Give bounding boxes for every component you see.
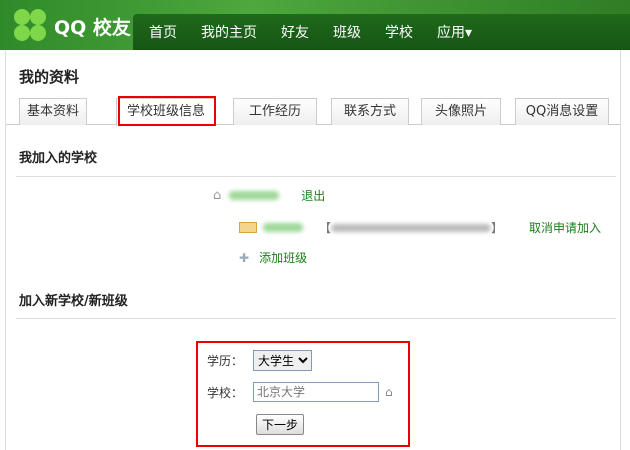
education-label: 学历： bbox=[207, 354, 244, 368]
school-name-blurred[interactable] bbox=[229, 191, 280, 200]
quit-school-link[interactable]: 退出 bbox=[301, 187, 325, 204]
cancel-join-link[interactable]: 取消申请加入 bbox=[529, 219, 601, 236]
logo-text: QQ 校友 bbox=[54, 16, 131, 39]
add-class-link[interactable]: 添加班级 bbox=[259, 249, 307, 266]
nav-home[interactable]: 首页 bbox=[149, 22, 177, 42]
header: QQ 校友 首页 我的主页 好友 班级 学校 应用▾ bbox=[0, 0, 630, 50]
school-label: 学校： bbox=[207, 385, 244, 400]
joined-schools-heading: 我加入的学校 bbox=[19, 151, 98, 166]
school-input[interactable] bbox=[253, 382, 379, 402]
class-tag-icon bbox=[239, 222, 257, 233]
nav-apps[interactable]: 应用▾ bbox=[437, 22, 472, 42]
tab-qq-message[interactable]: QQ消息设置 bbox=[515, 98, 609, 125]
profile-page: 我的资料 基本资料 学校班级信息 工作经历 联系方式 头像照片 QQ消息设置 我… bbox=[5, 50, 621, 450]
school-picker-icon[interactable]: ⌂ bbox=[385, 385, 393, 399]
education-select[interactable]: 大学生 bbox=[253, 350, 312, 371]
tab-work[interactable]: 工作经历 bbox=[233, 98, 317, 125]
tab-contact[interactable]: 联系方式 bbox=[331, 98, 409, 125]
clover-icon bbox=[14, 9, 48, 43]
next-step-button[interactable]: 下一步 bbox=[256, 414, 305, 435]
home-icon: ⌂ bbox=[213, 188, 222, 203]
plus-icon: ✚ bbox=[239, 250, 250, 265]
nav-friends[interactable]: 好友 bbox=[281, 22, 309, 42]
class-info-blurred bbox=[331, 223, 492, 232]
tab-avatar[interactable]: 头像照片 bbox=[421, 98, 501, 125]
class-name-blurred[interactable] bbox=[263, 223, 303, 232]
tab-basic-info[interactable]: 基本资料 bbox=[19, 98, 87, 125]
nav-classes[interactable]: 班级 bbox=[333, 22, 361, 42]
divider bbox=[16, 176, 616, 177]
join-new-heading: 加入新学校/新班级 bbox=[19, 294, 128, 309]
nav-my-homepage[interactable]: 我的主页 bbox=[201, 22, 257, 42]
logo[interactable]: QQ 校友 bbox=[14, 8, 131, 44]
page-title: 我的资料 bbox=[19, 68, 80, 86]
main-nav: 首页 我的主页 好友 班级 学校 应用▾ bbox=[133, 14, 630, 50]
nav-schools[interactable]: 学校 bbox=[385, 22, 413, 42]
profile-tabs: 基本资料 学校班级信息 工作经历 联系方式 头像照片 QQ消息设置 bbox=[6, 98, 620, 126]
divider bbox=[16, 318, 616, 319]
highlight-box bbox=[118, 96, 216, 126]
